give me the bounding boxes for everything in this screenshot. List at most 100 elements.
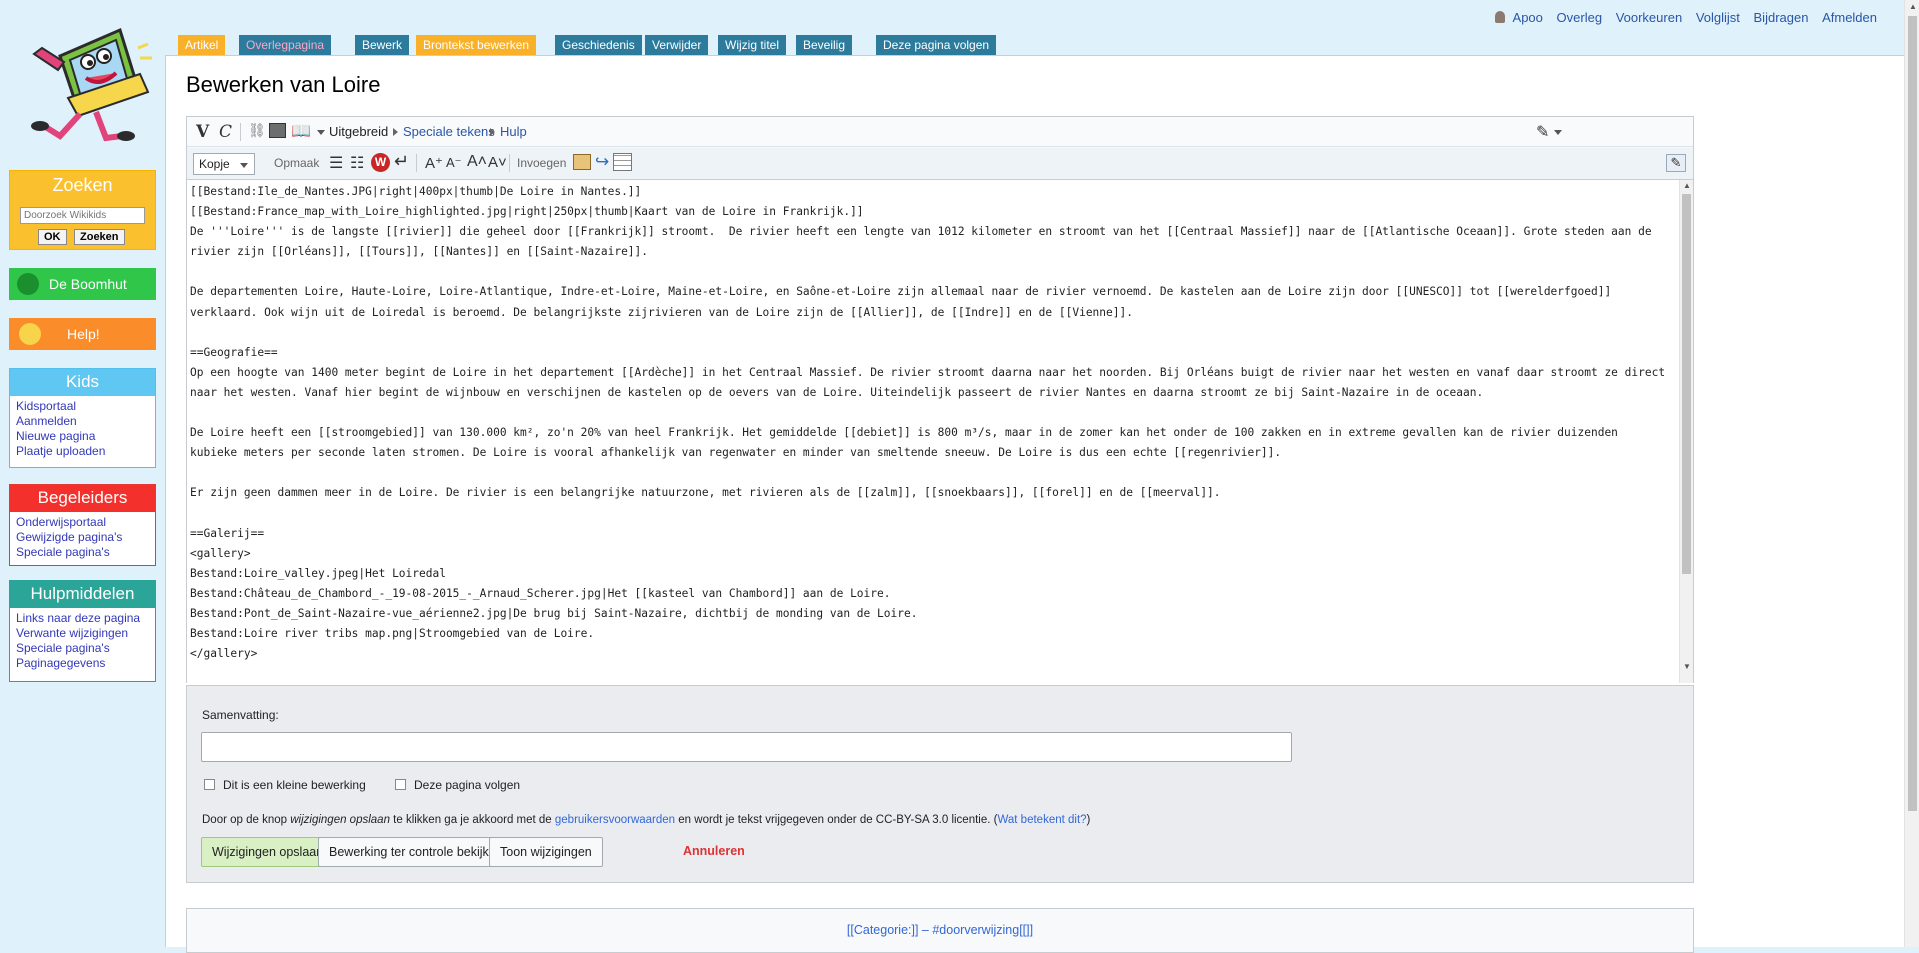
scroll-up-icon[interactable]: ▲ <box>1683 181 1691 190</box>
personal-link-overleg[interactable]: Overleg <box>1557 10 1603 25</box>
link-icon[interactable]: ⛓ <box>248 122 266 139</box>
search-button[interactable]: Zoeken <box>74 229 125 245</box>
tab-overlegpagina[interactable]: Overlegpagina <box>239 35 332 55</box>
license-notice: Door op de knop wijzigingen opslaan te k… <box>202 814 1090 826</box>
tab-geschiedenis[interactable]: Geschiedenis <box>555 35 642 55</box>
cancel-link[interactable]: Annuleren <box>683 844 745 858</box>
what-does-this-mean-link[interactable]: Wat betekent dit? <box>997 814 1086 826</box>
reference-book-icon[interactable]: 📖 <box>291 121 311 141</box>
sidebar-link-kidsportaal[interactable]: Kidsportaal <box>16 399 149 414</box>
sidebar-link-speciale-paginas-2[interactable]: Speciale pagina's <box>16 641 149 656</box>
show-changes-button[interactable]: Toon wijzigingen <box>489 837 603 867</box>
page-title: Bewerken van Loire <box>186 72 381 97</box>
help-link[interactable]: Help! <box>9 318 156 350</box>
sidebar-link-aanmelden[interactable]: Aanmelden <box>16 414 149 429</box>
license-text: te klikken ga je akkoord met de <box>389 814 555 826</box>
save-panel: Samenvatting: Dit is een kleine bewerkin… <box>186 685 1694 883</box>
sidebar-link-onderwijsportaal[interactable]: Onderwijsportaal <box>16 515 149 530</box>
editor-scrollbar[interactable]: ▲ ▼ <box>1679 180 1693 683</box>
italic-button[interactable]: C <box>219 122 232 142</box>
gallery-icon[interactable] <box>573 154 591 170</box>
minor-edit-label: Dit is een kleine bewerking <box>223 778 366 792</box>
redirect-icon[interactable]: ↪ <box>595 152 609 172</box>
boomhut-label: De Boomhut <box>49 276 127 292</box>
sidebar-link-links-naar-deze-pagina[interactable]: Links naar deze pagina <box>16 611 149 626</box>
summary-input[interactable] <box>201 732 1292 762</box>
chevron-down-icon <box>240 163 248 168</box>
help-toggle[interactable]: Hulp <box>500 124 527 139</box>
heading-select-value: Kopje <box>199 157 230 171</box>
preview-toggle-icon[interactable]: ✎ <box>1666 154 1686 172</box>
tab-bewerk[interactable]: Bewerk <box>355 35 410 55</box>
newline-icon[interactable]: ↵ <box>394 151 409 172</box>
personal-link-voorkeuren[interactable]: Voorkeuren <box>1616 10 1683 25</box>
editor-scrollbar-thumb[interactable] <box>1682 194 1691 574</box>
sidebar: Zoeken OK Zoeken De Boomhut Help! Kids K… <box>0 0 165 947</box>
sidebar-link-nieuwe-pagina[interactable]: Nieuwe pagina <box>16 429 149 444</box>
user-icon <box>1494 11 1505 23</box>
sidebar-link-verwante-wijzigingen[interactable]: Verwante wijzigingen <box>16 626 149 641</box>
tab-verwijder[interactable]: Verwijder <box>645 35 709 55</box>
checkbox-icon[interactable] <box>395 779 406 790</box>
personal-menu: Apoo Overleg Voorkeuren Volglijst Bijdra… <box>1494 10 1877 25</box>
bulleted-list-icon[interactable]: ☰ <box>329 153 343 173</box>
search-box: Zoeken OK Zoeken <box>9 170 156 250</box>
special-chars-toggle[interactable]: Speciale tekens <box>403 124 495 139</box>
wikikids-logo[interactable] <box>20 18 160 143</box>
watch-page-label: Deze pagina volgen <box>414 778 521 792</box>
tab-brontekst-bewerken[interactable]: Brontekst bewerken <box>416 35 537 55</box>
sidebar-link-gewijzigde-paginas[interactable]: Gewijzigde pagina's <box>16 530 149 545</box>
license-text: Door op de knop <box>202 814 291 826</box>
advanced-arrow-icon <box>317 130 325 135</box>
image-embed-icon[interactable] <box>269 123 286 138</box>
category-box: [[Categorie:]] – #doorverwijzing[[]] <box>186 908 1694 953</box>
minor-edit-checkbox[interactable]: Dit is een kleine bewerking <box>204 778 366 792</box>
page-scrollbar[interactable]: ▲ <box>1904 0 1919 947</box>
category-link[interactable]: [[Categorie:]] – #doorverwijzing[[]] <box>187 923 1693 937</box>
small-text-icon[interactable]: A⁻ <box>446 155 462 171</box>
sidebar-link-paginagegevens[interactable]: Paginagegevens <box>16 656 149 671</box>
help-arrow-icon <box>490 128 495 136</box>
wikitext-editor: V C ⛓ 📖 Uitgebreid Speciale tekens Hulp … <box>186 116 1694 683</box>
table-icon[interactable] <box>613 153 632 171</box>
insert-label: Invoegen <box>517 156 567 170</box>
help-icon <box>19 323 41 345</box>
terms-of-use-link[interactable]: gebruikersvoorwaarden <box>555 814 675 826</box>
wikipedia-link-icon[interactable]: W <box>371 153 390 172</box>
page-scrollbar-thumb[interactable] <box>1908 16 1917 811</box>
begeleiders-title: Begeleiders <box>10 485 155 512</box>
superscript-icon[interactable]: A˄ <box>467 153 487 171</box>
kids-title: Kids <box>10 369 155 396</box>
tab-wijzig-titel[interactable]: Wijzig titel <box>718 35 787 55</box>
save-button[interactable]: Wijzigingen opslaan <box>201 837 335 867</box>
boomhut-link[interactable]: De Boomhut <box>9 268 156 300</box>
personal-link-bijdragen[interactable]: Bijdragen <box>1754 10 1809 25</box>
checkbox-icon[interactable] <box>204 779 215 790</box>
heading-select[interactable]: Kopje <box>193 153 255 175</box>
kids-box: Kids Kidsportaal Aanmelden Nieuwe pagina… <box>9 368 156 468</box>
bold-button[interactable]: V <box>196 122 209 142</box>
license-text: ) <box>1086 814 1091 826</box>
scroll-down-icon[interactable]: ▼ <box>1683 662 1691 671</box>
big-text-icon[interactable]: A⁺ <box>425 154 443 172</box>
search-input[interactable] <box>20 207 145 224</box>
wikitext-textarea[interactable]: [[Bestand:Ile_de_Nantes.JPG|right|400px|… <box>187 180 1693 683</box>
hulpmiddelen-title: Hulpmiddelen <box>10 581 155 608</box>
subscript-icon[interactable]: A˅ <box>488 154 507 171</box>
tab-deze-pagina-volgen[interactable]: Deze pagina volgen <box>876 35 997 55</box>
advanced-toggle[interactable]: Uitgebreid <box>329 124 388 139</box>
personal-link-user[interactable]: Apoo <box>1513 10 1543 25</box>
tab-beveilig[interactable]: Beveilig <box>796 35 853 55</box>
pencil-icon[interactable]: ✎ <box>1536 122 1549 142</box>
personal-link-volglijst[interactable]: Volglijst <box>1696 10 1740 25</box>
page-scroll-up-icon[interactable]: ▲ <box>1909 2 1917 11</box>
tab-artikel[interactable]: Artikel <box>178 35 226 55</box>
numbered-list-icon[interactable]: ☷ <box>350 153 364 173</box>
sidebar-link-plaatje-uploaden[interactable]: Plaatje uploaden <box>16 444 149 459</box>
search-ok-button[interactable]: OK <box>38 229 67 245</box>
watch-page-checkbox[interactable]: Deze pagina volgen <box>395 778 520 792</box>
sidebar-link-speciale-paginas[interactable]: Speciale pagina's <box>16 545 149 560</box>
preview-button[interactable]: Bewerking ter controle bekijken <box>318 837 514 867</box>
personal-link-afmelden[interactable]: Afmelden <box>1822 10 1877 25</box>
pencil-dropdown-icon[interactable] <box>1554 130 1562 135</box>
